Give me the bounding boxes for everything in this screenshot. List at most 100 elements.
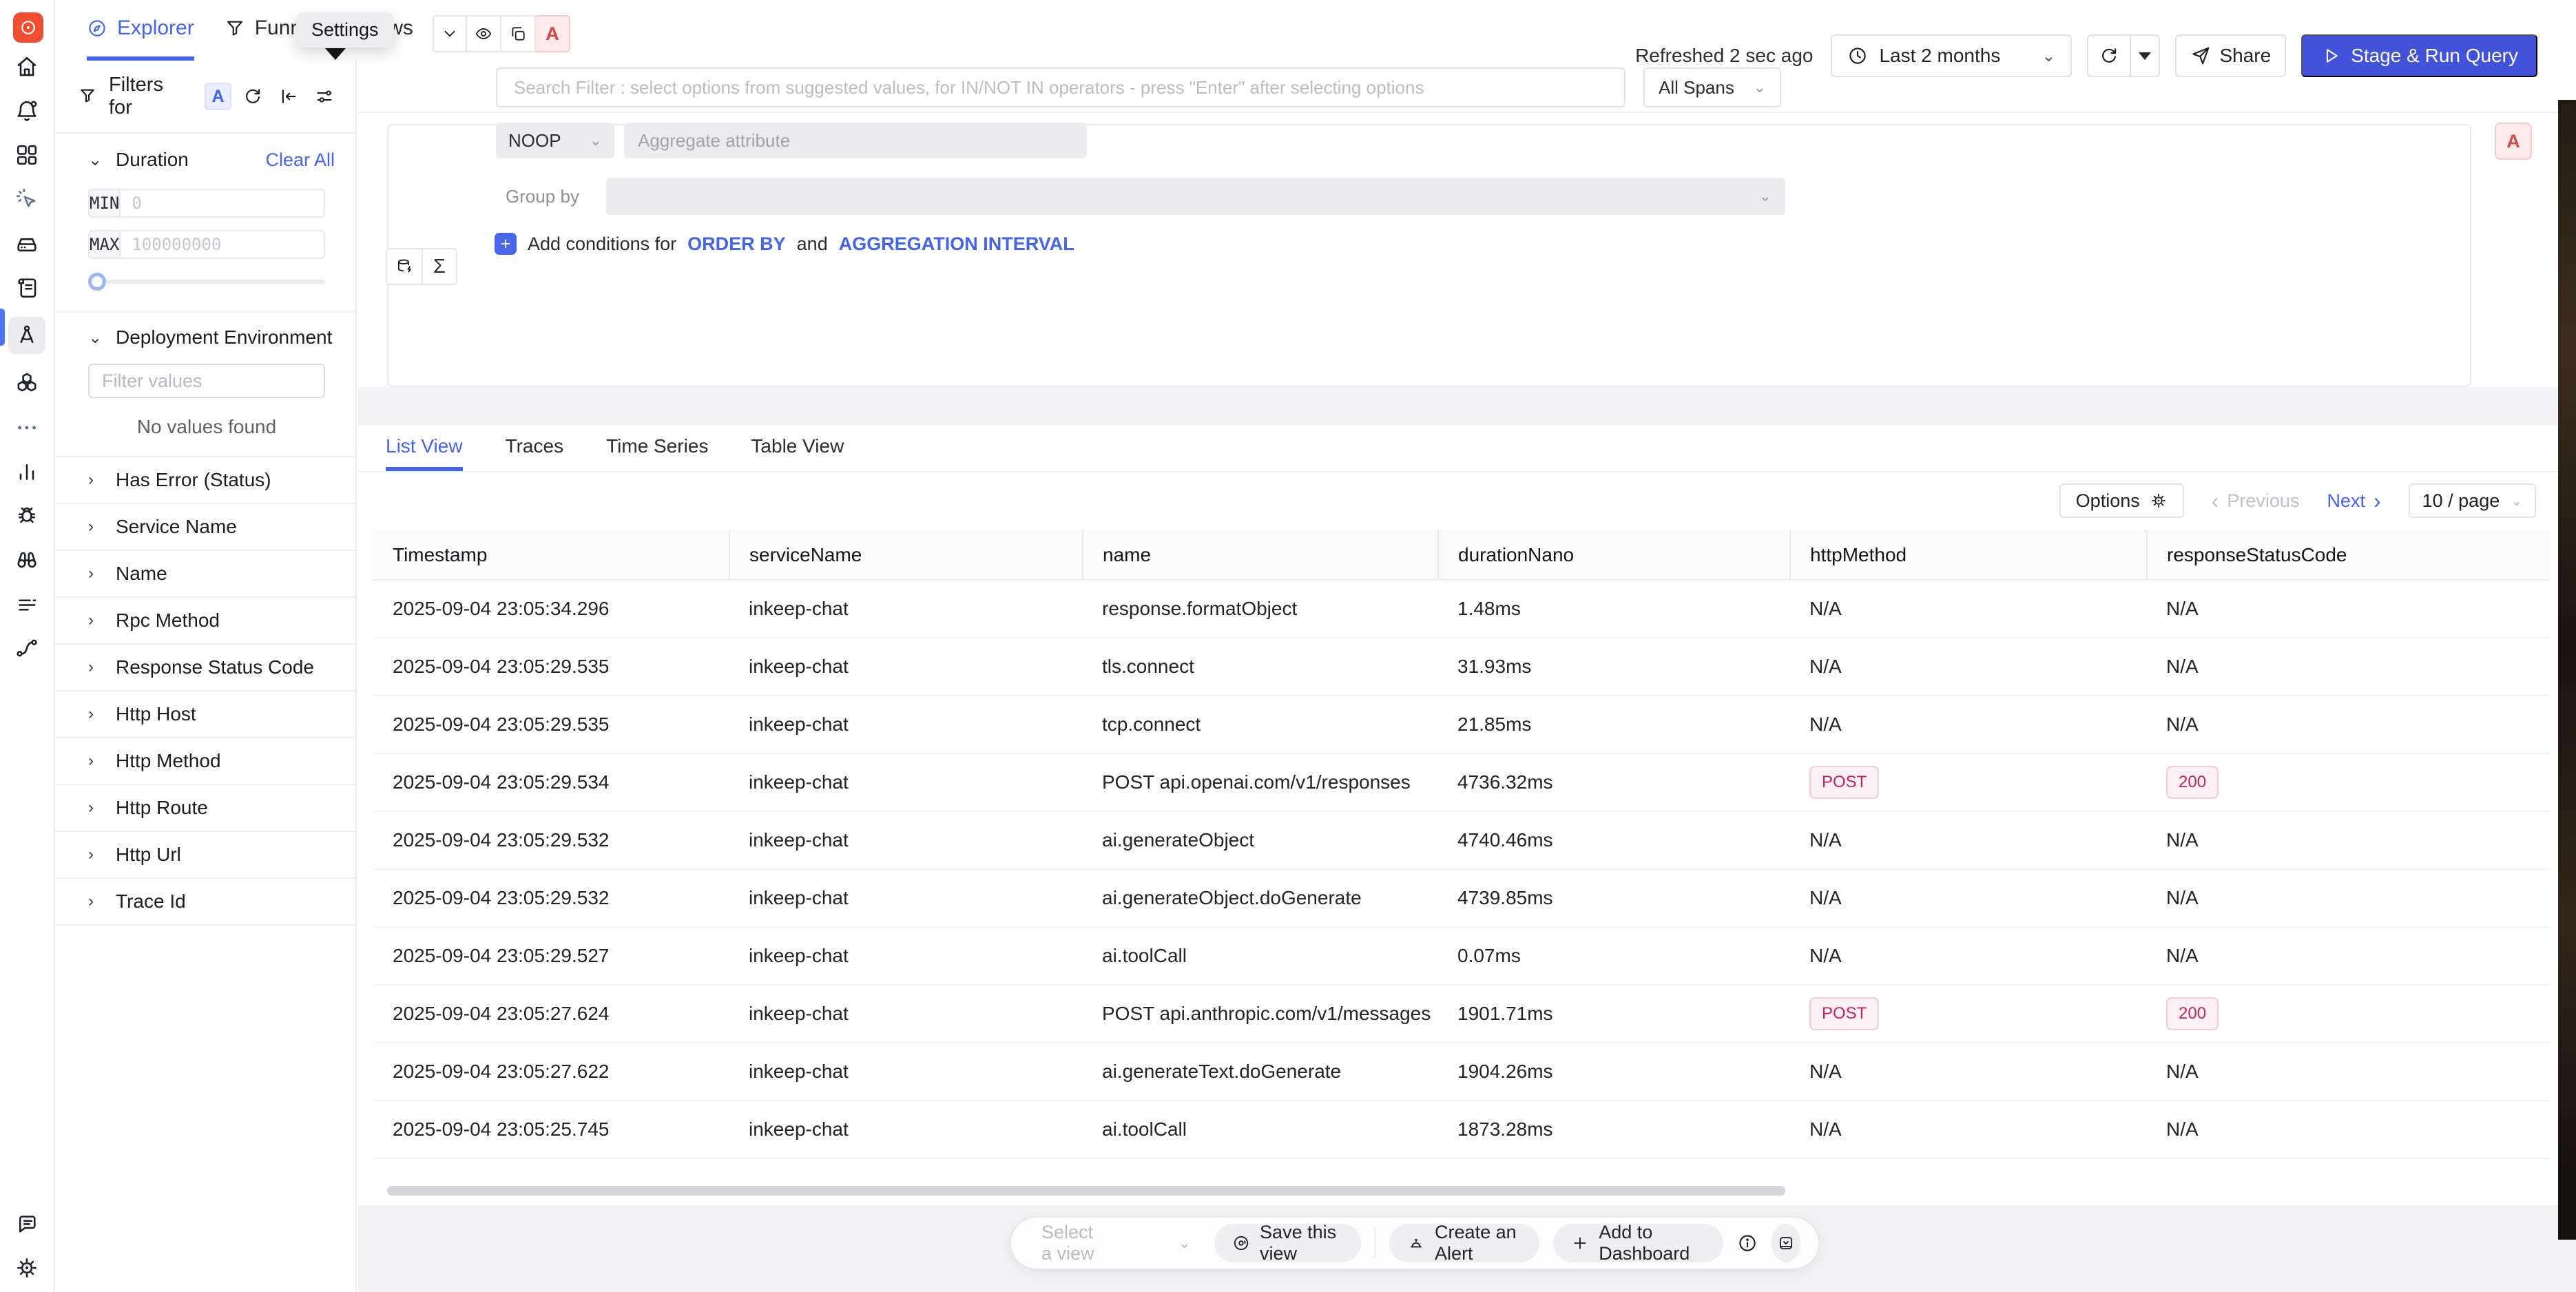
- filter-section-http-method[interactable]: ›Http Method: [55, 738, 355, 784]
- stage-run-query-button[interactable]: Stage & Run Query: [2301, 34, 2537, 77]
- col-service-name[interactable]: serviceName: [729, 530, 1083, 580]
- filter-section-http-url[interactable]: ›Http Url: [55, 832, 355, 877]
- col-name[interactable]: name: [1083, 530, 1438, 580]
- table-row[interactable]: 2025-09-04 23:05:29.532inkeep-chatai.gen…: [373, 869, 2550, 927]
- deployment-filter-input[interactable]: [88, 364, 325, 398]
- sync-icon[interactable]: [242, 86, 263, 107]
- filter-section-http-host[interactable]: ›Http Host: [55, 691, 355, 737]
- span-scope-select[interactable]: All Spans ⌄: [1643, 67, 1781, 107]
- next-page-button[interactable]: Next›: [2327, 490, 2380, 512]
- slider-handle[interactable]: [88, 273, 106, 291]
- query-collapse-button[interactable]: [433, 15, 467, 52]
- query-visibility-button[interactable]: [467, 15, 501, 52]
- filter-section-name[interactable]: ›Name: [55, 551, 355, 596]
- cell-timestamp: 2025-09-04 23:05:25.745: [373, 1101, 729, 1158]
- tab-explorer[interactable]: Explorer: [87, 0, 194, 61]
- query-tag-side[interactable]: A: [2495, 123, 2532, 160]
- section-label: Has Error (Status): [116, 469, 271, 491]
- nav-services[interactable]: [8, 369, 45, 398]
- options-button[interactable]: Options: [2059, 483, 2184, 518]
- col-duration[interactable]: durationNano: [1438, 530, 1790, 580]
- duration-section-header[interactable]: ⌄ Duration Clear All: [55, 134, 355, 186]
- duration-slider[interactable]: [88, 273, 325, 291]
- aggregation-interval-link[interactable]: AGGREGATION INTERVAL: [839, 233, 1074, 255]
- query-tag-a[interactable]: A: [205, 83, 231, 110]
- tab-table-view[interactable]: Table View: [751, 426, 844, 471]
- filter-section-service-name[interactable]: ›Service Name: [55, 504, 355, 550]
- query-builder-mode-button[interactable]: [386, 248, 422, 285]
- nav-home[interactable]: [8, 52, 45, 81]
- aggregate-mode-button[interactable]: Σ: [422, 248, 457, 285]
- search-filter-input[interactable]: [496, 67, 1625, 107]
- tab-time-series[interactable]: Time Series: [606, 426, 708, 471]
- nav-settings[interactable]: [8, 1253, 45, 1282]
- filter-settings-icon[interactable]: [314, 86, 335, 107]
- collapse-left-icon[interactable]: [278, 86, 299, 107]
- duration-max-input[interactable]: [121, 231, 325, 258]
- filter-section-response-status[interactable]: ›Response Status Code: [55, 645, 355, 690]
- table-controls-row: Options ‹Previous Next› 10 / page⌄: [358, 472, 2576, 530]
- signoz-logo[interactable]: [13, 12, 43, 43]
- group-by-select[interactable]: ⌄: [606, 178, 1785, 215]
- filter-section-rpc-method[interactable]: ›Rpc Method: [55, 598, 355, 643]
- horizontal-scrollbar[interactable]: [387, 1186, 1785, 1196]
- table-row[interactable]: 2025-09-04 23:05:29.527inkeep-chatai.too…: [373, 927, 2550, 985]
- create-alert-button[interactable]: Create an Alert: [1389, 1224, 1539, 1262]
- tab-list-view[interactable]: List View: [386, 426, 463, 471]
- nav-quick-start[interactable]: [8, 185, 45, 213]
- nav-discover[interactable]: [8, 545, 45, 574]
- previous-page-button[interactable]: ‹Previous: [2212, 490, 2300, 512]
- table-row[interactable]: 2025-09-04 23:05:27.622inkeep-chatai.gen…: [373, 1043, 2550, 1101]
- table-row[interactable]: 2025-09-04 23:05:29.535inkeep-chattcp.co…: [373, 696, 2550, 753]
- table-row[interactable]: 2025-09-04 23:05:29.532inkeep-chatai.gen…: [373, 811, 2550, 869]
- nav-alerts[interactable]: [8, 96, 45, 125]
- col-response-status[interactable]: responseStatusCode: [2147, 530, 2550, 580]
- order-by-link[interactable]: ORDER BY: [687, 233, 786, 255]
- col-timestamp[interactable]: Timestamp: [373, 530, 729, 580]
- nav-support[interactable]: [8, 1209, 45, 1238]
- nav-more[interactable]: [8, 413, 45, 442]
- nav-logs[interactable]: [8, 273, 45, 302]
- list-lines-icon: [14, 592, 39, 616]
- info-icon[interactable]: [1737, 1233, 1758, 1253]
- gear-icon: [14, 1255, 39, 1280]
- table-row[interactable]: 2025-09-04 23:05:34.296inkeep-chatrespon…: [373, 580, 2550, 638]
- deployment-section-header[interactable]: ⌄ Deployment Environment: [55, 313, 355, 362]
- clear-all-link[interactable]: Clear All: [265, 149, 335, 171]
- nav-infrastructure[interactable]: [8, 229, 45, 258]
- share-button[interactable]: Share: [2175, 34, 2286, 77]
- add-to-dashboard-button[interactable]: Add to Dashboard: [1553, 1224, 1723, 1262]
- time-range-select[interactable]: Last 2 months ⌄: [1831, 34, 2072, 77]
- table-row[interactable]: 2025-09-04 23:05:29.535inkeep-chattls.co…: [373, 638, 2550, 696]
- query-name-chip[interactable]: A: [536, 15, 570, 52]
- nav-metrics[interactable]: [8, 457, 45, 486]
- filter-section-duration: ⌄ Duration Clear All MIN ms MAX ms: [55, 134, 355, 313]
- nav-dashboards[interactable]: [8, 140, 45, 169]
- duration-min-input[interactable]: [121, 190, 325, 216]
- filter-section-has-error[interactable]: ›Has Error (Status): [55, 457, 355, 503]
- nav-traces[interactable]: [8, 317, 45, 354]
- page-size-select[interactable]: 10 / page⌄: [2409, 483, 2536, 518]
- query-copy-button[interactable]: [501, 15, 536, 52]
- save-view-button[interactable]: Save this view: [1214, 1224, 1360, 1262]
- add-condition-button[interactable]: +: [495, 233, 517, 255]
- aggregate-operator-select[interactable]: NOOP ⌄: [496, 123, 614, 158]
- nav-exceptions[interactable]: [8, 501, 45, 530]
- export-image-button[interactable]: [1772, 1224, 1800, 1262]
- table-row[interactable]: 2025-09-04 23:05:27.624inkeep-chatPOST a…: [373, 985, 2550, 1043]
- col-http-method[interactable]: httpMethod: [1790, 530, 2147, 580]
- nav-pipelines[interactable]: [8, 634, 45, 663]
- divider: [1375, 1227, 1376, 1259]
- table-row[interactable]: 2025-09-04 23:05:25.745inkeep-chatai.too…: [373, 1101, 2550, 1158]
- select-view-dropdown[interactable]: Select a view ⌄: [1029, 1222, 1201, 1264]
- chevron-right-icon: ›: [2374, 490, 2381, 512]
- tab-traces-label: Traces: [506, 435, 564, 457]
- aggregate-attribute-input[interactable]: [624, 123, 1087, 158]
- refresh-button[interactable]: [2088, 36, 2130, 76]
- refresh-options-button[interactable]: [2130, 36, 2159, 76]
- nav-billing[interactable]: [8, 590, 45, 618]
- table-row[interactable]: 2025-09-04 23:05:29.534inkeep-chatPOST a…: [373, 753, 2550, 811]
- filter-section-http-route[interactable]: ›Http Route: [55, 785, 355, 831]
- tab-traces[interactable]: Traces: [506, 426, 564, 471]
- filter-section-trace-id[interactable]: ›Trace Id: [55, 879, 355, 924]
